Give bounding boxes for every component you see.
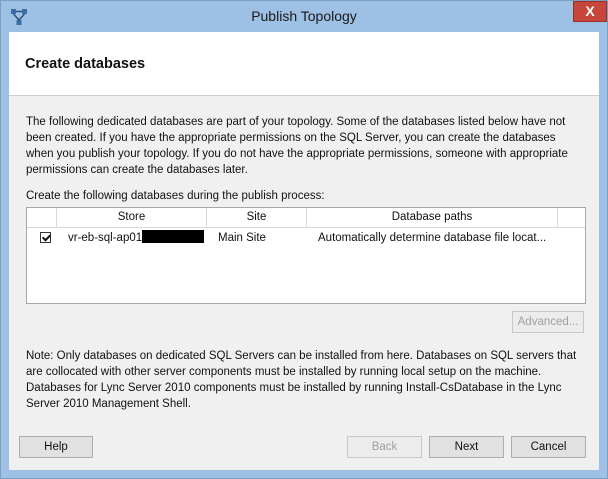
column-header-select xyxy=(27,208,57,227)
store-cell: vr-eb-sql-ap01 xyxy=(68,228,205,248)
grid-header: Store Site Database paths xyxy=(27,208,585,228)
page-title: Create databases xyxy=(25,56,146,72)
column-header-extra xyxy=(558,208,585,227)
column-header-site[interactable]: Site xyxy=(207,208,307,227)
window-title: Publish Topology xyxy=(251,8,357,24)
page-header: Create databases xyxy=(9,32,599,96)
create-prompt-label: Create the following databases during th… xyxy=(26,190,325,202)
database-paths-cell[interactable]: Automatically determine database file lo… xyxy=(318,228,558,248)
close-button[interactable]: X xyxy=(573,1,607,22)
column-header-database-paths[interactable]: Database paths xyxy=(307,208,558,227)
row-checkbox[interactable] xyxy=(40,232,51,243)
dialog-client-area: Create databases The following dedicated… xyxy=(9,32,599,470)
title-bar[interactable]: Publish Topology X xyxy=(1,1,607,32)
column-header-store[interactable]: Store xyxy=(57,208,207,227)
store-name: vr-eb-sql-ap01 xyxy=(68,232,143,244)
databases-grid[interactable]: Store Site Database paths vr-eb-sql-ap01… xyxy=(26,207,586,304)
publish-topology-window: Publish Topology X Create databases The … xyxy=(0,0,608,479)
description-text: The following dedicated databases are pa… xyxy=(26,116,568,176)
site-cell: Main Site xyxy=(218,232,266,244)
back-button[interactable]: Back xyxy=(347,436,422,458)
help-button[interactable]: Help xyxy=(19,436,93,458)
redacted-block xyxy=(142,230,205,243)
next-button[interactable]: Next xyxy=(429,436,504,458)
advanced-button[interactable]: Advanced... xyxy=(512,311,584,333)
note-text: Note: Only databases on dedicated SQL Se… xyxy=(26,350,577,410)
table-row[interactable]: vr-eb-sql-ap01 Main Site Automatically d… xyxy=(27,228,585,248)
cancel-button[interactable]: Cancel xyxy=(511,436,586,458)
